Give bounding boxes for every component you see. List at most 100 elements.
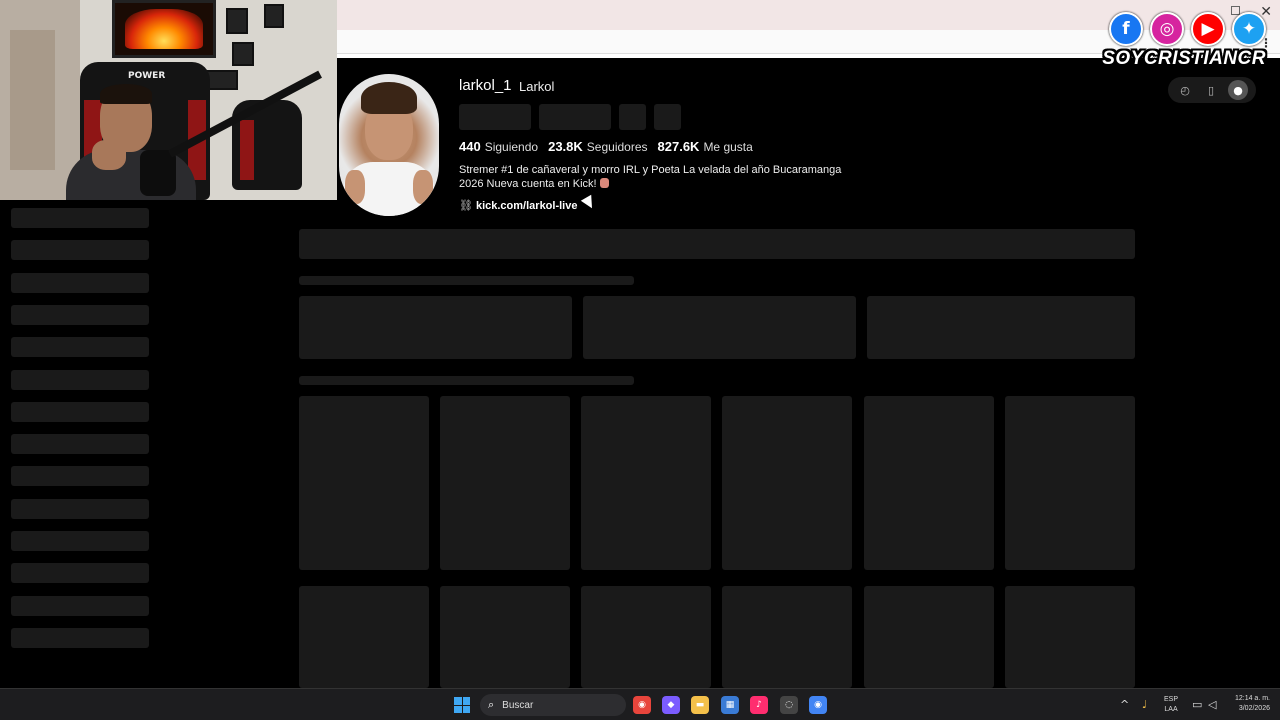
social-icons: f ◎ ▶ ✦ xyxy=(1098,12,1266,46)
language-indicator[interactable]: ESP LAA xyxy=(1164,695,1178,715)
section-title-placeholder xyxy=(299,376,634,385)
windows-taskbar: ⌕ Buscar ◉ ◆ ▬ ▦ ♪ ◌ ◉ ^ ♩ ESP LAA ▭ ◁ 12:14 a… xyxy=(0,688,1280,720)
avatar-hand xyxy=(345,170,365,204)
sidebar-item-placeholder[interactable] xyxy=(11,304,149,325)
avatar-hair xyxy=(361,82,417,114)
streamer-hand xyxy=(92,140,126,170)
followers-stat[interactable]: 23.8K Seguidores xyxy=(548,139,647,154)
follow-button-placeholder[interactable] xyxy=(459,104,531,130)
gaming-chair-stripe xyxy=(240,120,254,180)
highlight-card-placeholder[interactable] xyxy=(583,296,856,359)
history-icon[interactable]: ◴ xyxy=(1176,81,1194,99)
video-card-placeholder[interactable] xyxy=(299,396,429,570)
followers-count: 23.8K xyxy=(548,139,583,154)
bio-line-2: 2026 Nueva cuenta en Kick! xyxy=(459,177,849,191)
sidebar-item-placeholder[interactable] xyxy=(11,337,149,358)
streamer-body xyxy=(66,150,196,200)
sidebar-item-placeholder[interactable] xyxy=(11,563,149,584)
fireplace-tv xyxy=(112,0,216,58)
video-card-placeholder[interactable] xyxy=(581,396,711,570)
webcam-door xyxy=(10,30,55,170)
streamer-webcam: POWER xyxy=(0,0,337,200)
chevron-up-icon[interactable]: ^ xyxy=(1120,698,1129,711)
channel-brand: SOYCRISTIANCR xyxy=(1102,48,1266,69)
sidebar-item-placeholder[interactable] xyxy=(11,531,149,551)
likes-stat: 827.6K Me gusta xyxy=(658,139,753,154)
following-stat[interactable]: 440 Siguiendo xyxy=(459,139,538,154)
profile-username: larkol_1 xyxy=(459,77,512,94)
microphone-icon[interactable]: ♩ xyxy=(1142,698,1147,711)
taskbar-search[interactable]: ⌕ Buscar xyxy=(480,694,626,716)
header-tools: ◴ ▯ ● xyxy=(1168,77,1256,103)
action-button-placeholder[interactable] xyxy=(619,104,646,130)
sidebar-item-placeholder[interactable] xyxy=(11,272,149,293)
bio-line: 2026 Nueva cuenta en Kick! xyxy=(459,178,597,190)
windows-start-icon[interactable] xyxy=(454,697,470,713)
likes-count: 827.6K xyxy=(657,139,700,154)
video-card-placeholder[interactable] xyxy=(722,586,852,688)
profile-stats: 440 Siguiendo 23.8K Seguidores 827.6K Me gu… xyxy=(459,139,753,154)
file-explorer-icon[interactable]: ▬ xyxy=(691,696,709,714)
fireplace-flames xyxy=(125,9,203,49)
following-count: 440 xyxy=(459,139,481,154)
system-clock[interactable]: 12:14 a. m. 3/02/2026 xyxy=(1228,694,1270,714)
device-icon[interactable]: ▯ xyxy=(1202,81,1220,99)
video-card-placeholder[interactable] xyxy=(1005,586,1135,688)
social-overlay: f ◎ ▶ ✦ SOYCRISTIANCR xyxy=(1098,12,1266,74)
avatar-hand xyxy=(413,170,433,204)
link-icon: ⛓ xyxy=(459,199,473,212)
clock-date: 3/02/2026 xyxy=(1238,705,1270,712)
search-placeholder: Buscar xyxy=(502,699,534,711)
wall-frame xyxy=(226,8,248,34)
chrome-icon[interactable]: ◉ xyxy=(633,696,651,714)
video-card-placeholder[interactable] xyxy=(864,396,994,570)
wall-frame xyxy=(264,4,284,28)
tabs-placeholder xyxy=(299,229,1135,259)
video-card-placeholder[interactable] xyxy=(581,586,711,688)
profile-display-name: Larkol xyxy=(519,79,555,94)
sidebar-item-placeholder[interactable] xyxy=(11,595,149,616)
youtube-icon: ▶ xyxy=(1191,12,1225,46)
video-card-placeholder[interactable] xyxy=(1005,396,1135,570)
account-avatar[interactable]: ● xyxy=(1228,80,1248,100)
sidebar-item-placeholder[interactable] xyxy=(11,434,149,455)
instagram-icon: ◎ xyxy=(1150,12,1184,46)
app-circle-icon[interactable]: ◌ xyxy=(780,696,798,714)
profile-link[interactable]: ⛓ kick.com/larkol-live xyxy=(459,199,577,212)
monitor-icon[interactable]: ▭ xyxy=(1192,698,1202,711)
sidebar-item-placeholder[interactable] xyxy=(11,240,149,261)
video-card-placeholder[interactable] xyxy=(722,396,852,570)
likes-label: Me gusta xyxy=(703,140,753,154)
video-card-placeholder[interactable] xyxy=(299,586,429,688)
speaker-icon[interactable]: ◁ xyxy=(1208,698,1216,711)
sidebar-item-placeholder[interactable] xyxy=(11,627,149,648)
mouse-cursor xyxy=(580,194,598,212)
tiktok-icon[interactable]: ♪ xyxy=(750,696,768,714)
search-icon: ⌕ xyxy=(488,698,495,711)
store-icon[interactable]: ▦ xyxy=(721,696,739,714)
chrome-active-icon[interactable]: ◉ xyxy=(809,696,827,714)
section-title-placeholder xyxy=(299,276,634,285)
sidebar-item-placeholder[interactable] xyxy=(11,369,149,390)
wall-frame xyxy=(232,42,254,66)
profile-link-text[interactable]: kick.com/larkol-live xyxy=(476,200,578,212)
highlight-card-placeholder[interactable] xyxy=(867,296,1135,359)
message-button-placeholder[interactable] xyxy=(539,104,611,130)
sidebar-item-placeholder[interactable] xyxy=(11,401,149,422)
hand-emoji-icon xyxy=(599,178,609,188)
sidebar-item-placeholder[interactable] xyxy=(11,208,149,228)
highlight-card-placeholder[interactable] xyxy=(299,296,572,359)
video-card-placeholder[interactable] xyxy=(864,586,994,688)
video-card-placeholder[interactable] xyxy=(440,586,570,688)
profile-avatar[interactable] xyxy=(339,74,439,216)
chair-logo: POWER xyxy=(128,71,166,81)
video-card-placeholder[interactable] xyxy=(440,396,570,570)
streamer-hair xyxy=(100,84,152,104)
bio-line: Stremer #1 de cañaveral y morro IRL y Po… xyxy=(459,164,842,176)
share-button-placeholder[interactable] xyxy=(654,104,681,130)
following-label: Siguiendo xyxy=(484,140,539,154)
copilot-icon[interactable]: ◆ xyxy=(662,696,680,714)
sidebar-item-placeholder[interactable] xyxy=(11,466,149,487)
browser-menu-icon[interactable]: ⋮ xyxy=(1260,36,1272,50)
sidebar-item-placeholder[interactable] xyxy=(11,498,149,519)
